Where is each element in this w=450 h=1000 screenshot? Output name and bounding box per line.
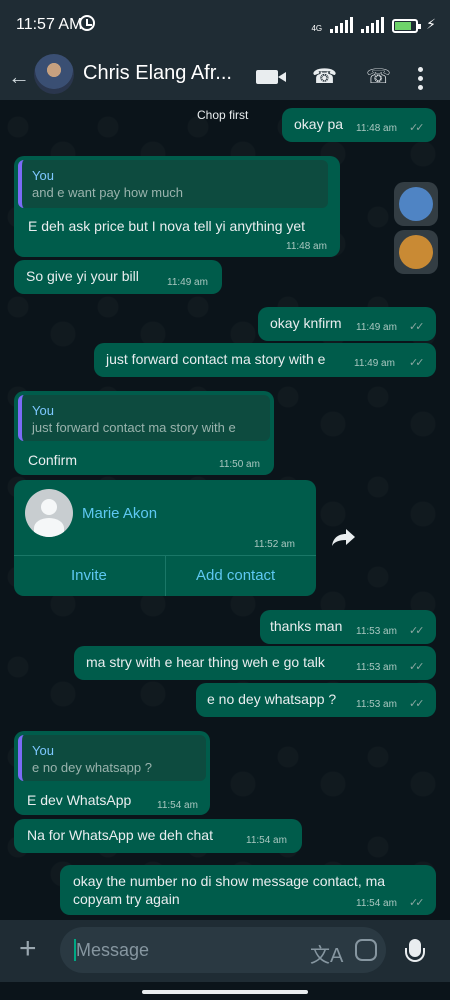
message-incoming[interactable]: You e no dey whatsapp ? E dev WhatsApp 1… bbox=[14, 731, 210, 815]
quote-author: You bbox=[32, 403, 54, 418]
message-preview: Chop first bbox=[197, 108, 249, 122]
message-text: just forward contact ma story with e bbox=[106, 351, 326, 367]
message-time: 11:48 am bbox=[356, 123, 397, 134]
double-check-icon: ✓✓ bbox=[409, 897, 425, 909]
message-time: 11:53 am bbox=[356, 699, 397, 710]
more-vert-icon[interactable] bbox=[418, 67, 424, 90]
status-bar: 11:57 AM 4G ⚡ bbox=[0, 0, 450, 52]
charging-icon: ⚡ bbox=[426, 16, 436, 32]
contact-avatar[interactable] bbox=[34, 54, 74, 94]
message-input[interactable]: Message 文A bbox=[60, 927, 386, 973]
double-check-icon: ✓✓ bbox=[409, 321, 425, 333]
message-time: 11:49 am bbox=[354, 358, 395, 369]
floating-widget-blue[interactable] bbox=[394, 182, 438, 226]
message-text: Confirm bbox=[28, 452, 78, 468]
message-text: Na for WhatsApp we deh chat bbox=[27, 827, 213, 843]
message-text: okay knfirm bbox=[270, 315, 342, 331]
video-call-icon[interactable] bbox=[256, 70, 286, 84]
message-outgoing[interactable]: just forward contact ma story with e 11:… bbox=[94, 343, 436, 377]
shield-icon bbox=[399, 187, 433, 221]
double-check-icon: ✓✓ bbox=[409, 122, 425, 134]
quote-text: e no dey whatsapp ? bbox=[32, 760, 152, 775]
double-check-icon: ✓✓ bbox=[409, 661, 425, 673]
message-text: So give yi your bill bbox=[26, 268, 139, 284]
quote-text: and e want pay how much bbox=[32, 185, 184, 200]
contact-name[interactable]: Chris Elang Afr... bbox=[83, 62, 232, 85]
forward-icon[interactable] bbox=[331, 527, 356, 547]
chat-area[interactable]: Chop first okay pa 11:48 am ✓✓ You and e… bbox=[0, 100, 450, 920]
signal-icon bbox=[330, 17, 354, 33]
call-plus-icon[interactable]: ☏ bbox=[366, 64, 391, 89]
message-outgoing[interactable]: e no dey whatsapp ? 11:53 am ✓✓ bbox=[196, 683, 436, 717]
message-text: ma stry with e hear thing weh e go talk bbox=[86, 654, 325, 670]
network-type: 4G bbox=[311, 24, 323, 33]
plus-icon[interactable]: + bbox=[19, 934, 37, 964]
floating-widget-orange[interactable] bbox=[394, 230, 438, 274]
message-text: thanks man bbox=[270, 618, 343, 634]
translate-icon[interactable]: 文A bbox=[310, 939, 343, 968]
phone-icon[interactable]: ☎ bbox=[312, 64, 337, 89]
message-outgoing[interactable]: okay the number no di show message conta… bbox=[60, 865, 436, 915]
message-text: e no dey whatsapp ? bbox=[207, 691, 337, 707]
message-text: okay pa bbox=[294, 116, 344, 132]
message-time: 11:53 am bbox=[356, 626, 397, 637]
back-arrow-icon[interactable]: ← bbox=[8, 64, 30, 90]
message-time: 11:52 am bbox=[254, 539, 295, 550]
battery-icon bbox=[392, 19, 422, 33]
quote-author: You bbox=[32, 743, 54, 758]
quoted-message[interactable]: You and e want pay how much bbox=[18, 160, 328, 208]
message-placeholder: Message bbox=[76, 940, 150, 960]
chat-header: ← Chris Elang Afr... ☎ ☏ bbox=[0, 52, 450, 100]
message-time: 11:54 am bbox=[356, 898, 397, 909]
divider bbox=[165, 555, 166, 596]
message-outgoing[interactable]: thanks man 11:53 am ✓✓ bbox=[260, 610, 436, 644]
quote-text: just forward contact ma story with e bbox=[32, 420, 236, 435]
sticker-icon[interactable] bbox=[355, 939, 377, 961]
message-time: 11:54 am bbox=[246, 835, 287, 846]
message-time: 11:48 am bbox=[286, 241, 327, 252]
message-outgoing[interactable]: okay knfirm 11:49 am ✓✓ bbox=[258, 307, 436, 341]
message-outgoing[interactable]: ma stry with e hear thing weh e go talk … bbox=[74, 646, 436, 680]
message-time: 11:54 am bbox=[157, 800, 198, 811]
status-time: 11:57 AM bbox=[16, 16, 83, 33]
info-icon bbox=[399, 235, 433, 269]
signal-icon-2 bbox=[361, 17, 385, 33]
double-check-icon: ✓✓ bbox=[409, 357, 425, 369]
message-time: 11:49 am bbox=[356, 322, 397, 333]
contact-card-avatar bbox=[25, 489, 73, 537]
quote-author: You bbox=[32, 168, 54, 183]
message-outgoing[interactable]: okay pa 11:48 am ✓✓ bbox=[282, 108, 436, 142]
quoted-message[interactable]: You just forward contact ma story with e bbox=[18, 395, 270, 441]
mic-icon[interactable] bbox=[405, 939, 425, 962]
invite-button[interactable]: Invite bbox=[71, 567, 107, 584]
message-incoming[interactable]: So give yi your bill 11:49 am bbox=[14, 260, 222, 294]
home-indicator[interactable] bbox=[142, 990, 308, 994]
alarm-icon bbox=[79, 15, 95, 31]
message-composer: + Message 文A bbox=[0, 920, 450, 982]
status-icons: 4G ⚡ bbox=[311, 16, 436, 33]
contact-card-name[interactable]: Marie Akon bbox=[82, 505, 157, 522]
message-incoming[interactable]: You just forward contact ma story with e… bbox=[14, 391, 274, 475]
shared-contact-card[interactable]: Marie Akon 11:52 am Invite Add contact bbox=[14, 480, 316, 596]
message-incoming[interactable]: Na for WhatsApp we deh chat 11:54 am bbox=[14, 819, 302, 853]
message-incoming[interactable]: You and e want pay how much E deh ask pr… bbox=[14, 156, 340, 257]
message-text: E dev WhatsApp bbox=[27, 792, 132, 808]
message-text: E deh ask price but I nova tell yi anyth… bbox=[28, 218, 306, 234]
quoted-message[interactable]: You e no dey whatsapp ? bbox=[18, 735, 206, 781]
message-time: 11:50 am bbox=[219, 459, 260, 470]
add-contact-button[interactable]: Add contact bbox=[196, 567, 275, 584]
double-check-icon: ✓✓ bbox=[409, 625, 425, 637]
message-time: 11:49 am bbox=[167, 277, 208, 288]
double-check-icon: ✓✓ bbox=[409, 698, 425, 710]
system-navigation-bar bbox=[0, 982, 450, 1000]
message-time: 11:53 am bbox=[356, 662, 397, 673]
